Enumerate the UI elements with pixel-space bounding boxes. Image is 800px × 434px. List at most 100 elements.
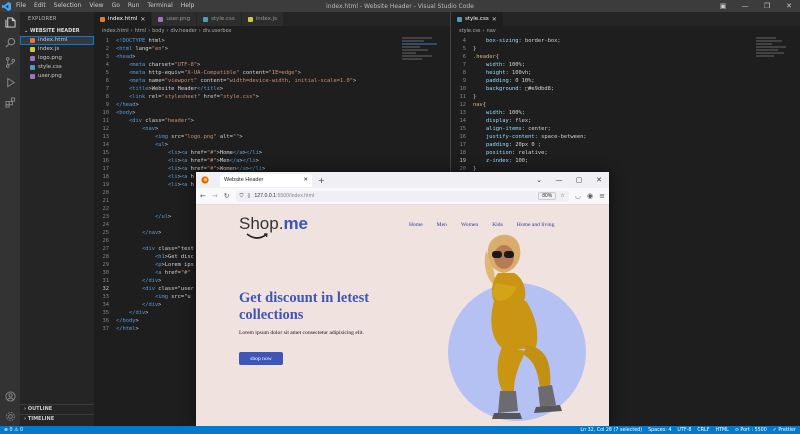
- file-item[interactable]: logo.png: [20, 54, 94, 63]
- menu-item-file[interactable]: File: [12, 0, 30, 12]
- code-line[interactable]: 12 <nav>: [94, 125, 399, 133]
- profile-icon[interactable]: ◉: [587, 192, 593, 200]
- breadcrumb-item[interactable]: div.userbox: [203, 28, 232, 34]
- editor-tab[interactable]: index.html ✕: [94, 12, 153, 26]
- code-line[interactable]: 9 </head>: [94, 101, 399, 109]
- status-item[interactable]: ⊙ Port : 5500: [735, 428, 767, 433]
- minimap-left[interactable]: [402, 36, 442, 96]
- code-line[interactable]: 4 <meta charset="UTF-8">: [94, 61, 399, 69]
- breadcrumb-item[interactable]: index.html: [102, 28, 129, 34]
- menu-item-selection[interactable]: Selection: [50, 0, 86, 12]
- menu-icon[interactable]: ≡: [599, 192, 605, 200]
- code-line[interactable]: 18 position: relative;: [451, 149, 751, 157]
- browser-close-button[interactable]: ✕: [589, 172, 609, 188]
- code-editor-right[interactable]: 4 box-sizing: border-box; 5} 6 .header{7 wi…: [451, 37, 751, 173]
- maximize-button[interactable]: ❐: [756, 0, 778, 12]
- forward-icon[interactable]: →: [212, 192, 218, 200]
- account-icon[interactable]: [0, 386, 20, 406]
- code-line[interactable]: 6 <meta name="viewport" content="width=d…: [94, 77, 399, 85]
- file-item[interactable]: index.html: [20, 36, 94, 45]
- code-line[interactable]: 11 <div class="header">: [94, 117, 399, 125]
- timeline-section[interactable]: › TIMELINE: [20, 414, 94, 423]
- project-folder[interactable]: ⌄ WEBSITE HEADER: [20, 26, 94, 36]
- source-control-icon[interactable]: [0, 52, 20, 72]
- close-button[interactable]: ✕: [778, 0, 800, 12]
- code-line[interactable]: 19 z-index: 100;: [451, 157, 751, 165]
- menu-item-run[interactable]: Run: [124, 0, 144, 12]
- layout-icon[interactable]: ▣: [712, 0, 734, 12]
- code-line[interactable]: 15 align-items: center;: [451, 125, 751, 133]
- code-line[interactable]: 16 <li><a href="#">Men</a></li>: [94, 157, 399, 165]
- reload-icon[interactable]: ↻: [224, 192, 230, 200]
- status-item[interactable]: Spaces: 4: [648, 428, 671, 433]
- tab-list-icon[interactable]: ⌄: [529, 172, 549, 188]
- minimap-right[interactable]: [756, 36, 796, 96]
- code-line[interactable]: 13 <img src="logo.png" alt="">: [94, 133, 399, 141]
- menu-item-go[interactable]: Go: [108, 0, 124, 12]
- tab-close-icon[interactable]: ✕: [140, 16, 145, 23]
- code-line[interactable]: 6 .header{: [451, 53, 751, 61]
- search-icon[interactable]: [0, 32, 20, 52]
- back-icon[interactable]: ←: [200, 192, 206, 200]
- menu-item-help[interactable]: Help: [177, 0, 199, 12]
- editor-tab[interactable]: style.css: [197, 12, 242, 26]
- browser-maximize-button[interactable]: ▢: [569, 172, 589, 188]
- settings-gear-icon[interactable]: [0, 406, 20, 426]
- code-line[interactable]: 8 <link rel="stylesheet" href="style.css…: [94, 93, 399, 101]
- breadcrumb-item[interactable]: nav: [487, 28, 496, 34]
- editor-tab[interactable]: user.png: [152, 12, 198, 26]
- status-item[interactable]: UTF-8: [677, 428, 691, 433]
- outline-section[interactable]: › OUTLINE: [20, 404, 94, 413]
- nav-link-men[interactable]: Men: [437, 222, 447, 228]
- bookmark-star-icon[interactable]: ☆: [560, 193, 565, 199]
- browser-minimize-button[interactable]: —: [549, 172, 569, 188]
- breadcrumb-item[interactable]: style.css: [459, 28, 481, 34]
- breadcrumb-item[interactable]: body: [152, 28, 164, 34]
- code-line[interactable]: 13 width: 100%;: [451, 109, 751, 117]
- status-item[interactable]: HTML: [716, 428, 729, 433]
- code-line[interactable]: 3 <head>: [94, 53, 399, 61]
- shop-now-button[interactable]: shop now: [239, 352, 283, 365]
- breadcrumb-item[interactable]: html: [135, 28, 146, 34]
- code-line[interactable]: 5}: [451, 45, 751, 53]
- file-item[interactable]: user.png: [20, 72, 94, 81]
- file-item[interactable]: index.js: [20, 45, 94, 54]
- menu-item-view[interactable]: View: [85, 0, 107, 12]
- code-line[interactable]: 5 <meta http-equiv="X-UA-Compatible" con…: [94, 69, 399, 77]
- extensions-icon[interactable]: [0, 92, 20, 112]
- file-item[interactable]: style.css: [20, 63, 94, 72]
- run-debug-icon[interactable]: [0, 72, 20, 92]
- code-line[interactable]: 7 <title>Website Header</title>: [94, 85, 399, 93]
- editor-tab[interactable]: index.js: [241, 12, 284, 26]
- tab-close-icon[interactable]: ✕: [303, 177, 308, 183]
- code-line[interactable]: 14 <ul>: [94, 141, 399, 149]
- status-item[interactable]: CRLF: [697, 428, 709, 433]
- code-line[interactable]: 10 <body>: [94, 109, 399, 117]
- code-line[interactable]: 15 <li><a href="#">Home</a></li>: [94, 149, 399, 157]
- menu-item-edit[interactable]: Edit: [30, 0, 50, 12]
- new-tab-button[interactable]: +: [318, 176, 325, 185]
- status-item[interactable]: ✓ Prettier: [773, 428, 796, 433]
- code-line[interactable]: 10 background: □#e9dbd8;: [451, 85, 751, 93]
- minimize-button[interactable]: —: [734, 0, 756, 12]
- code-line[interactable]: 16 justify-content: space-between;: [451, 133, 751, 141]
- menu-item-terminal[interactable]: Terminal: [143, 0, 176, 12]
- code-line[interactable]: 14 display: flex;: [451, 117, 751, 125]
- tab-close-icon[interactable]: ✕: [492, 16, 497, 23]
- code-line[interactable]: 9 padding: 0 10%;: [451, 77, 751, 85]
- code-line[interactable]: 17 padding: 20px 0 ;: [451, 141, 751, 149]
- code-line[interactable]: 7 width: 100%;: [451, 61, 751, 69]
- zoom-level[interactable]: 80%: [538, 192, 557, 200]
- address-bar[interactable]: ⛉ ▯ 127.0.0.1:5500/index.html 80% ☆: [235, 190, 569, 202]
- browser-tab[interactable]: Website Header ✕: [220, 173, 312, 187]
- code-line[interactable]: 11}: [451, 93, 751, 101]
- editor-tab[interactable]: style.css ✕: [451, 12, 504, 26]
- status-item[interactable]: Ln 32, Col 28 (7 selected): [580, 428, 642, 433]
- status-problems[interactable]: ⊗ 0 ⚠ 0: [4, 428, 23, 433]
- code-line[interactable]: 4 box-sizing: border-box;: [451, 37, 751, 45]
- nav-link-home[interactable]: Home: [409, 222, 423, 228]
- pocket-icon[interactable]: ◡: [575, 192, 581, 200]
- code-line[interactable]: 2 <html lang="en">: [94, 45, 399, 53]
- code-line[interactable]: 8 height: 100vh;: [451, 69, 751, 77]
- site-logo[interactable]: Shop.me: [239, 214, 308, 234]
